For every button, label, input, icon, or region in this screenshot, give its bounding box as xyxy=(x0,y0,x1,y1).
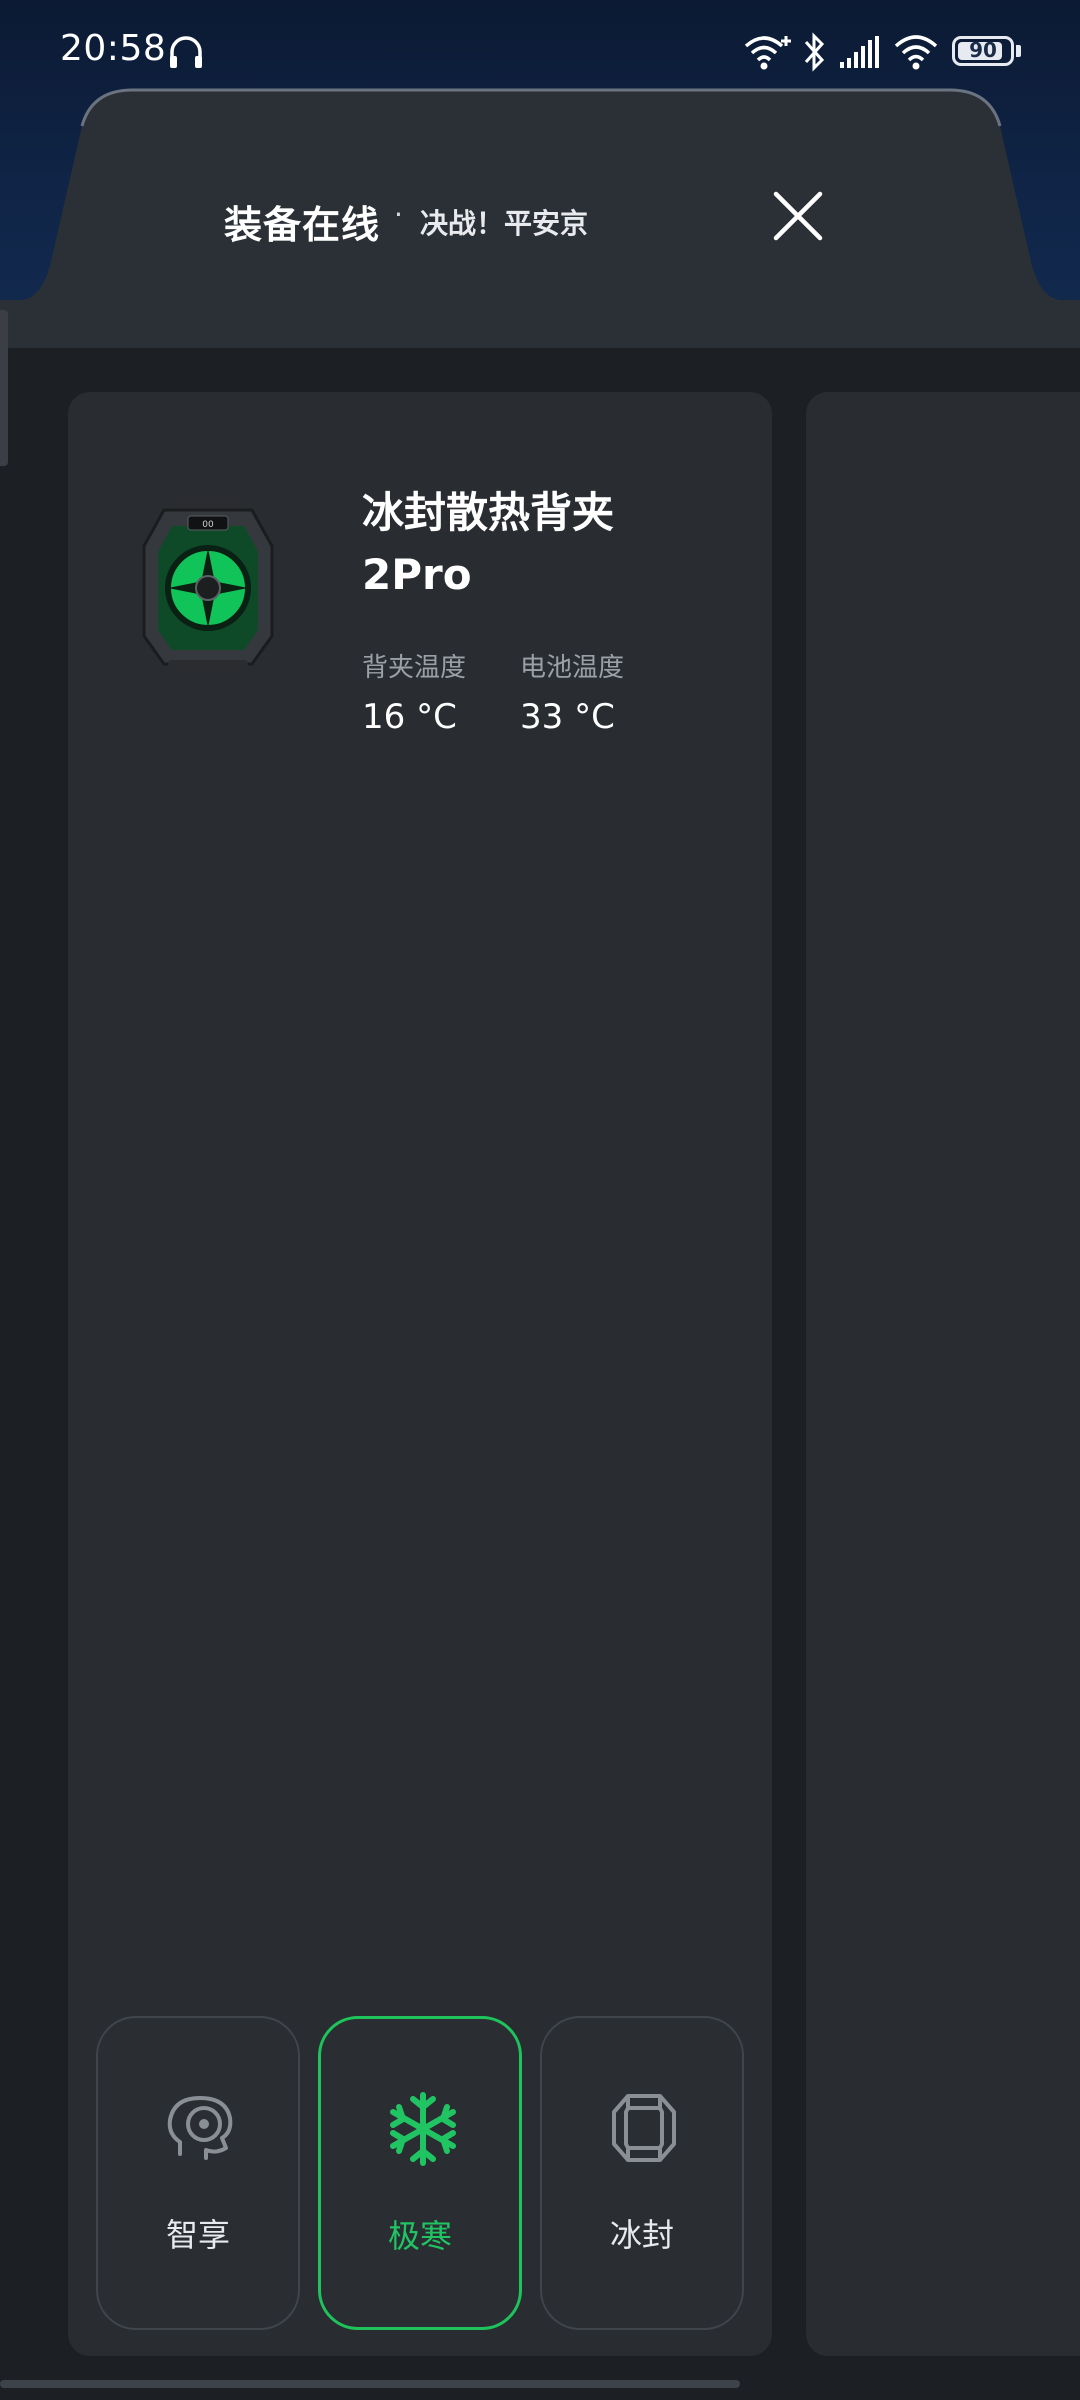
mode-extreme-cold-label: 极寒 xyxy=(387,2217,452,2255)
title-separator: · xyxy=(394,198,403,231)
device-name-line-1: 冰封散热背夹 xyxy=(362,488,615,537)
wifi-icon xyxy=(894,35,938,70)
battery-level: 90 xyxy=(969,38,997,62)
mode-ice-seal-label: 冰封 xyxy=(609,2216,674,2254)
signal-icon xyxy=(840,36,879,68)
mode-smart-label: 智享 xyxy=(165,2216,230,2254)
game-name: 决战！平安京 xyxy=(420,207,589,240)
bluetooth-icon xyxy=(804,32,825,72)
close-icon[interactable] xyxy=(770,188,826,244)
battery-temp: 电池温度 33 °C xyxy=(520,650,624,738)
battery-icon: 90 xyxy=(952,36,1014,66)
status-time: 20:58 xyxy=(60,28,167,69)
battery-tip xyxy=(1016,45,1021,57)
battery-temp-label: 电池温度 xyxy=(520,653,625,683)
smart-head-icon xyxy=(167,2096,233,2160)
ice-cube-icon xyxy=(612,2094,676,2162)
headphones-icon xyxy=(170,36,202,68)
device-name-line-2: 2Pro xyxy=(362,550,472,599)
back-clip-temp-value: 16 °C xyxy=(362,697,457,737)
screen: 20:58 90 装备在线 · 决战！平安京 00 冰封散热背夹 2Pro 背夹… xyxy=(0,0,1080,2400)
cooler-device-image: 00 xyxy=(142,498,274,674)
snowflake-icon xyxy=(390,2092,456,2166)
wifi-plus-icon xyxy=(744,36,791,70)
left-edge-indicator xyxy=(0,310,8,466)
panel-title: 装备在线 xyxy=(224,203,381,247)
next-card[interactable] xyxy=(806,392,1080,2356)
back-clip-temp-label: 背夹温度 xyxy=(362,653,467,683)
mode-smart-button[interactable]: 智享 xyxy=(96,2016,300,2330)
battery-temp-value: 33 °C xyxy=(520,697,615,737)
back-clip-temp: 背夹温度 16 °C xyxy=(362,650,466,738)
device-name: 冰封散热背夹 2Pro xyxy=(362,482,702,606)
mode-ice-seal-button[interactable]: 冰封 xyxy=(540,2016,744,2330)
svg-text:00: 00 xyxy=(202,520,214,530)
mode-extreme-cold-button[interactable]: 极寒 xyxy=(318,2016,522,2330)
bottom-scroll-indicator xyxy=(0,2380,740,2388)
